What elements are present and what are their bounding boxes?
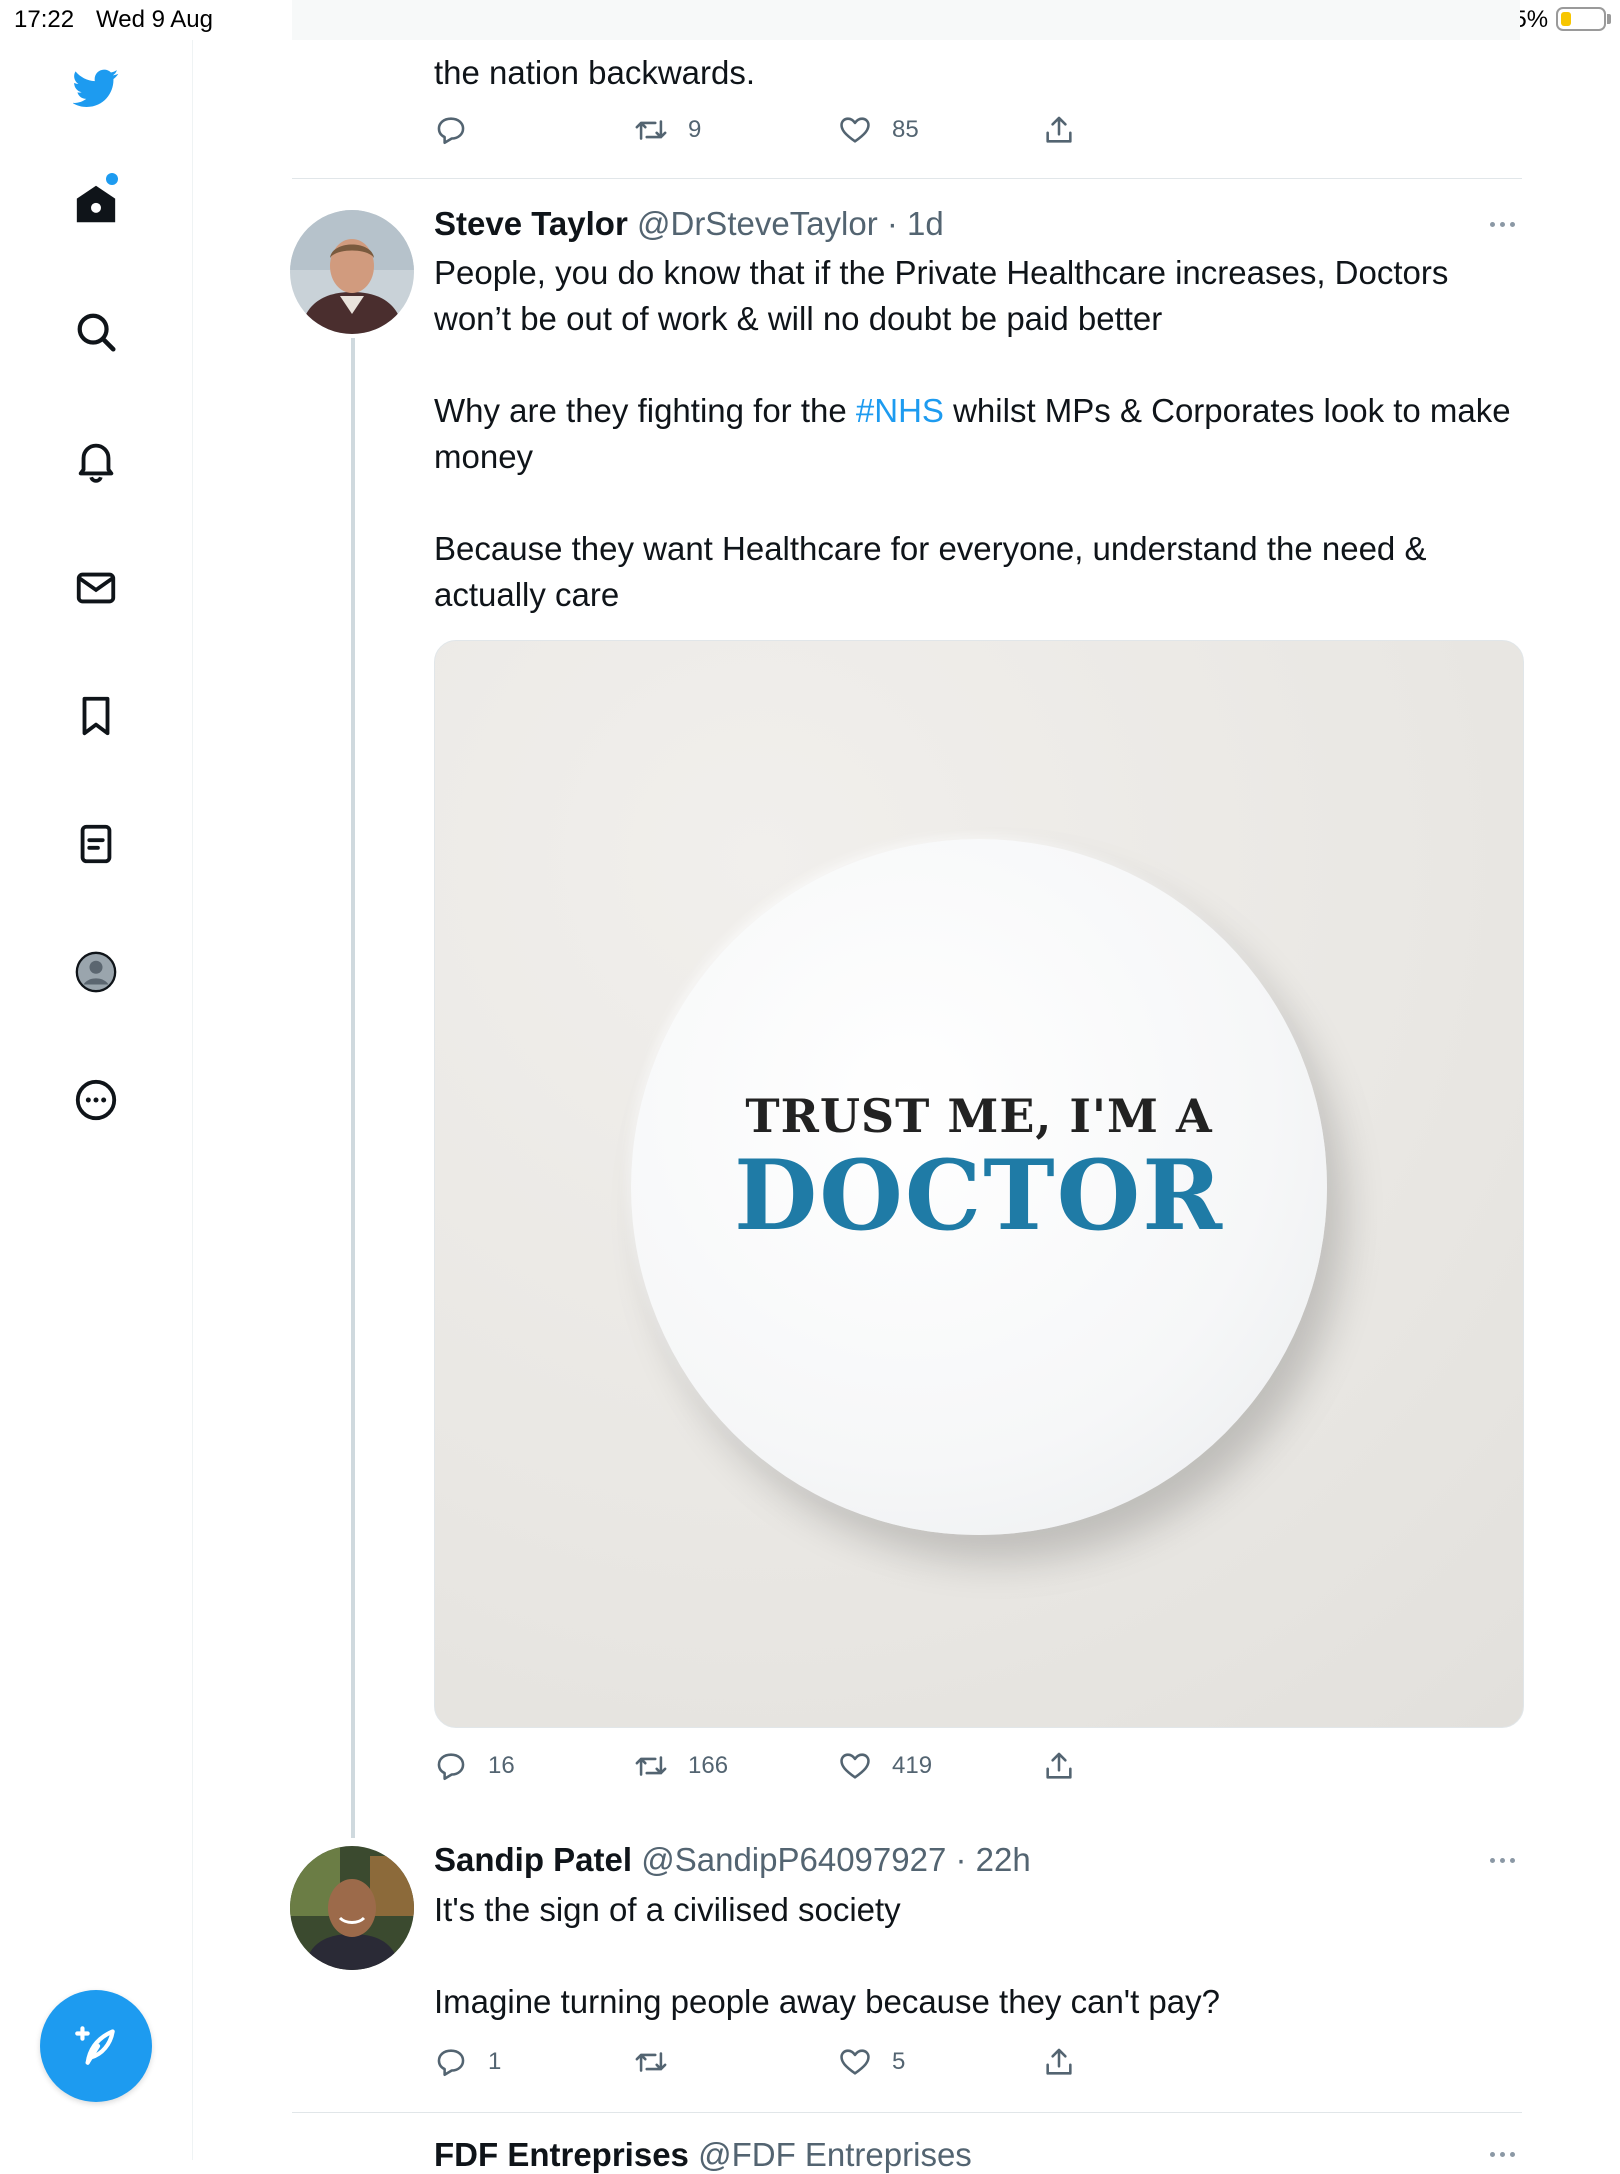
author-name[interactable]: Steve Taylor — [434, 205, 628, 242]
author-name[interactable]: Sandip Patel — [434, 1841, 632, 1878]
status-time: 17:22 — [14, 6, 75, 33]
tweet-actions: 1 5 — [434, 2042, 1074, 2082]
reply-count: 16 — [488, 1752, 515, 1779]
tweet-body: It's the sign of a civilised society Ima… — [434, 1887, 1524, 2025]
reply-button[interactable]: 16 — [434, 1746, 515, 1786]
avatar-sandip-patel[interactable] — [290, 1846, 414, 1970]
more-options-icon[interactable] — [1490, 222, 1520, 232]
like-button[interactable]: 5 — [838, 2042, 905, 2082]
share-button[interactable] — [1042, 1746, 1076, 1786]
tweet-actions: 16 166 419 — [434, 1746, 1074, 1786]
tweet-paragraph: Why are they fighting for the #NHS whils… — [434, 388, 1524, 480]
share-icon — [1046, 2048, 1072, 2075]
more-options-icon[interactable] — [1490, 2152, 1520, 2162]
battery-tip — [1607, 14, 1611, 24]
thread-line — [351, 338, 355, 1838]
tweet-header: Sandip Patel @SandipP64097927 · 22h — [434, 1839, 1031, 1881]
like-count: 85 — [892, 116, 919, 143]
share-icon — [1046, 116, 1072, 143]
avatar-steve-taylor[interactable] — [290, 210, 414, 334]
tweet-paragraph: Imagine turning people away because they… — [434, 1983, 1220, 2020]
tweet-body: People, you do know that if the Private … — [434, 250, 1524, 618]
profile-icon[interactable] — [70, 946, 122, 998]
more-options-icon[interactable] — [1490, 1858, 1520, 1868]
reply-count: 1 — [488, 2048, 502, 2075]
tweet-divider — [292, 178, 1522, 179]
tweet-image[interactable]: TRUST ME, I'M A DOCTOR — [434, 640, 1524, 1728]
heart-icon — [840, 1753, 870, 1779]
bookmark-icon[interactable] — [70, 690, 122, 742]
retweet-count: 9 — [688, 116, 702, 143]
heart-icon — [840, 2049, 870, 2075]
reply-icon — [437, 1753, 465, 1781]
status-date: Wed 9 Aug — [96, 6, 213, 33]
retweet-button[interactable] — [634, 2042, 688, 2082]
home-icon[interactable] — [70, 178, 122, 230]
tweet-text-segment: Why are they fighting for the — [434, 392, 856, 429]
retweet-button[interactable]: 9 — [634, 110, 701, 150]
reply-icon — [437, 117, 465, 145]
pin-badge-image: TRUST ME, I'M A DOCTOR — [631, 839, 1327, 1535]
retweet-icon — [635, 120, 667, 140]
like-button[interactable]: 419 — [838, 1746, 932, 1786]
badge-text-line2: DOCTOR — [733, 1139, 1225, 1252]
like-count: 419 — [892, 1752, 933, 1779]
compose-button[interactable] — [40, 1990, 152, 2102]
previous-tweet-actions: 9 85 — [434, 110, 1074, 150]
tweet-divider — [292, 2112, 1522, 2113]
search-icon[interactable] — [70, 306, 122, 358]
tweet-time[interactable]: · 22h — [956, 1841, 1031, 1878]
share-button[interactable] — [1042, 110, 1076, 150]
tweet-header: Steve Taylor @DrSteveTaylor · 1d — [434, 203, 944, 245]
share-button[interactable] — [1042, 2042, 1076, 2082]
mail-icon[interactable] — [70, 562, 122, 614]
author-name[interactable]: FDF Entreprises — [434, 2136, 689, 2173]
author-handle[interactable]: @DrSteveTaylor — [637, 205, 878, 242]
next-tweet-header: FDF Entreprises @FDF Entreprises — [434, 2136, 972, 2174]
retweet-icon — [635, 2052, 667, 2072]
author-handle[interactable]: @SandipP64097927 — [641, 1841, 946, 1878]
top-fade — [292, 0, 1520, 40]
share-icon — [1046, 1752, 1072, 1779]
heart-icon — [840, 117, 870, 143]
retweet-icon — [635, 1756, 667, 1776]
more-circle-icon[interactable] — [70, 1074, 122, 1126]
bell-icon[interactable] — [70, 434, 122, 486]
tweet-paragraph: It's the sign of a civilised society — [434, 1891, 901, 1928]
home-notification-dot — [106, 173, 118, 185]
like-count: 5 — [892, 2048, 906, 2075]
badge-text-line1: TRUST ME, I'M A — [745, 1089, 1213, 1143]
reply-icon — [437, 2049, 465, 2077]
compose-icon — [75, 2026, 115, 2065]
reply-button[interactable] — [434, 110, 468, 150]
tweet-paragraph: Because they want Healthcare for everyon… — [434, 530, 1427, 613]
reply-button[interactable]: 1 — [434, 2042, 501, 2082]
like-button[interactable]: 85 — [838, 110, 919, 150]
twitter-bird-icon[interactable] — [70, 62, 122, 114]
author-handle[interactable]: @FDF Entreprises — [698, 2136, 972, 2173]
tweet-time[interactable]: · 1d — [887, 205, 944, 242]
previous-tweet-text: the nation backwards. — [434, 54, 756, 91]
tweet-paragraph: People, you do know that if the Private … — [434, 254, 1449, 337]
hashtag-link[interactable]: #NHS — [856, 392, 944, 429]
battery-icon — [1556, 7, 1606, 31]
retweet-count: 166 — [688, 1752, 729, 1779]
retweet-button[interactable]: 166 — [634, 1746, 728, 1786]
lists-icon[interactable] — [70, 818, 122, 870]
